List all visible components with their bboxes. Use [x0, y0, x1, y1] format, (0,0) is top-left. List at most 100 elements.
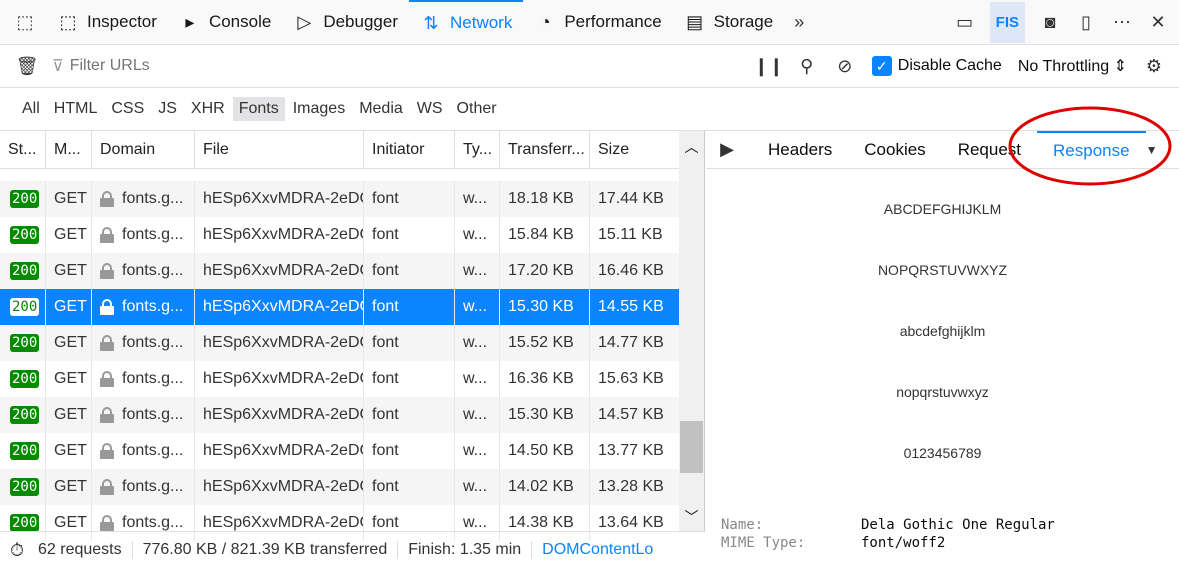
more-tabs-icon[interactable]: » [788, 11, 810, 33]
tab-console[interactable]: ▸ Console [168, 0, 282, 45]
type-filter-js[interactable]: JS [152, 97, 183, 121]
throttling-select[interactable]: No Throttling ⇕ [1018, 56, 1127, 76]
tab-debugger[interactable]: ▷ Debugger [282, 0, 409, 45]
element-picker-icon[interactable]: ⬚ [14, 11, 36, 33]
cell-text: font [372, 370, 399, 387]
settings-gear-icon[interactable]: ⚙ [1143, 55, 1165, 77]
column-header[interactable]: File [195, 131, 364, 168]
column-header[interactable]: M... [46, 131, 92, 168]
cell-text: 14.55 KB [598, 298, 664, 315]
type-filter-images[interactable]: Images [287, 97, 351, 121]
cell-text: w... [463, 298, 488, 315]
search-icon[interactable]: ⚲ [796, 55, 818, 77]
cell: GET [46, 397, 92, 433]
font-name: Dela Gothic One Regular [861, 517, 1055, 533]
domcontentloaded-time: DOMContentLo [542, 541, 654, 558]
preview-line: abcdefghijklm [899, 323, 986, 339]
scroll-up-icon[interactable]: ︿ [679, 131, 704, 157]
responsive-mode-icon[interactable]: ▯ [1075, 11, 1097, 33]
table-row[interactable]: 200 GET fonts.g... hESp6XxvMDRA-2eDC font w..… [0, 361, 680, 397]
status-badge: 200 [10, 514, 40, 532]
cell: w... [455, 361, 500, 397]
checkmark-icon: ✓ [871, 56, 892, 76]
type-filter-ws[interactable]: WS [411, 97, 449, 121]
column-header[interactable]: Ty... [455, 131, 500, 168]
table-row[interactable]: 200 GET fonts.g... hESp6XxvMDRA-2eDC font w..… [0, 181, 680, 217]
scrollbar-thumb[interactable] [680, 421, 703, 473]
type-filter-all[interactable]: All [16, 97, 46, 121]
cell: fonts.g... [92, 469, 195, 505]
column-header[interactable]: Domain [92, 131, 195, 168]
cell-text: hESp6XxvMDRA-2eDC [203, 478, 364, 495]
cell-text: hESp6XxvMDRA-2eDC [203, 370, 364, 387]
cell: 15.30 KB [500, 289, 590, 325]
cell-text: font [372, 298, 399, 315]
table-row[interactable]: 200 GET fonts.g... hESp6XxvMDRA-2eDC font w..… [0, 217, 680, 253]
tab-performance[interactable]: ◔ Performance [523, 0, 672, 45]
screenshot-icon[interactable]: ◙ [1039, 11, 1061, 33]
type-filter-css[interactable]: CSS [105, 97, 150, 121]
cell: 15.30 KB [500, 397, 590, 433]
type-filter-fonts[interactable]: Fonts [232, 97, 285, 121]
table-row[interactable]: 200 GET fonts.g... hESp6XxvMDRA-2eDC font w..… [0, 433, 680, 469]
cell: GET [46, 289, 92, 325]
cell: 14.50 KB [500, 433, 590, 469]
type-filter-html[interactable]: HTML [48, 97, 104, 121]
column-header[interactable]: Initiator [364, 131, 455, 168]
cell: hESp6XxvMDRA-2eDC [195, 325, 364, 361]
split-console-icon[interactable]: ▭ [954, 11, 976, 33]
toggle-sidebar-icon[interactable]: ▶ [716, 139, 738, 161]
table-header: St... M... Domain File Initiator Ty... Transfe… [0, 131, 704, 169]
cell-text: GET [54, 514, 87, 531]
tab-network[interactable]: ⇅ Network [408, 0, 524, 45]
cell-text: 14.02 KB [508, 478, 574, 495]
filter-urls-input[interactable] [69, 57, 670, 75]
column-header[interactable]: St... [0, 131, 46, 168]
cell: hESp6XxvMDRA-2eDC [195, 433, 364, 469]
highlight-annotation [1008, 106, 1172, 186]
cell: 15.11 KB [590, 217, 680, 253]
pause-icon[interactable]: ❙❙ [754, 55, 784, 77]
type-filter-xhr[interactable]: XHR [185, 97, 231, 121]
column-header[interactable]: Transferr... [500, 131, 590, 168]
type-filter-media[interactable]: Media [353, 97, 409, 121]
table-row[interactable]: 200 GET fonts.g... hESp6XxvMDRA-2eDC font w..… [0, 289, 680, 325]
cell: w... [455, 325, 500, 361]
table-row[interactable]: 200 GET fonts.g... hESp6XxvMDRA-2eDC font w..… [0, 397, 680, 433]
cell: font [364, 325, 455, 361]
cell-text: 13.64 KB [598, 514, 664, 531]
block-icon[interactable]: ⊘ [834, 55, 856, 77]
close-icon[interactable]: ✕ [1147, 11, 1169, 33]
tab-inspector[interactable]: ⬚ Inspector [46, 0, 168, 45]
cell: font [364, 253, 455, 289]
cell: 15.52 KB [500, 325, 590, 361]
type-filter-other[interactable]: Other [451, 97, 503, 121]
status-badge: 200 [10, 262, 40, 280]
tab-storage[interactable]: ▤ Storage [673, 0, 785, 45]
preview-line: nopqrstuvwxyz [896, 384, 989, 400]
table-row[interactable]: 200 GET fonts.g... hESp6XxvMDRA-2eDC font w..… [0, 469, 680, 505]
scrollbar[interactable]: ︿ ﹀ [679, 131, 704, 531]
fis-button[interactable]: FIS [989, 1, 1025, 43]
status-badge: 200 [10, 478, 40, 496]
status-badge: 200 [10, 298, 40, 316]
cell: 16.46 KB [590, 253, 680, 289]
cell: w... [455, 181, 500, 217]
more-options-icon[interactable]: ⋯ [1111, 11, 1133, 33]
column-header[interactable]: Size [590, 131, 680, 168]
cell-text: GET [54, 370, 87, 387]
performance-icon: ◔ [539, 11, 551, 32]
detail-tab-headers[interactable]: Headers [752, 131, 848, 169]
cell: GET [46, 325, 92, 361]
trash-icon[interactable]: 🗑 [16, 55, 39, 77]
lock-icon [100, 479, 114, 495]
disable-cache-checkbox[interactable]: ✓ Disable Cache [871, 56, 1002, 76]
scroll-down-icon[interactable]: ﹀ [679, 507, 704, 527]
cell-text: GET [54, 226, 87, 243]
table-row[interactable]: 200 GET fonts.g... hESp6XxvMDRA-2eDC font w..… [0, 253, 680, 289]
request-type-filters: All HTML CSS JS XHR Fonts Images Media WS Other [0, 88, 1179, 131]
detail-tab-cookies[interactable]: Cookies [848, 131, 941, 169]
cell-text: font [372, 514, 399, 531]
cell-text: fonts.g... [122, 190, 184, 207]
table-row[interactable]: 200 GET fonts.g... hESp6XxvMDRA-2eDC font w..… [0, 325, 680, 361]
